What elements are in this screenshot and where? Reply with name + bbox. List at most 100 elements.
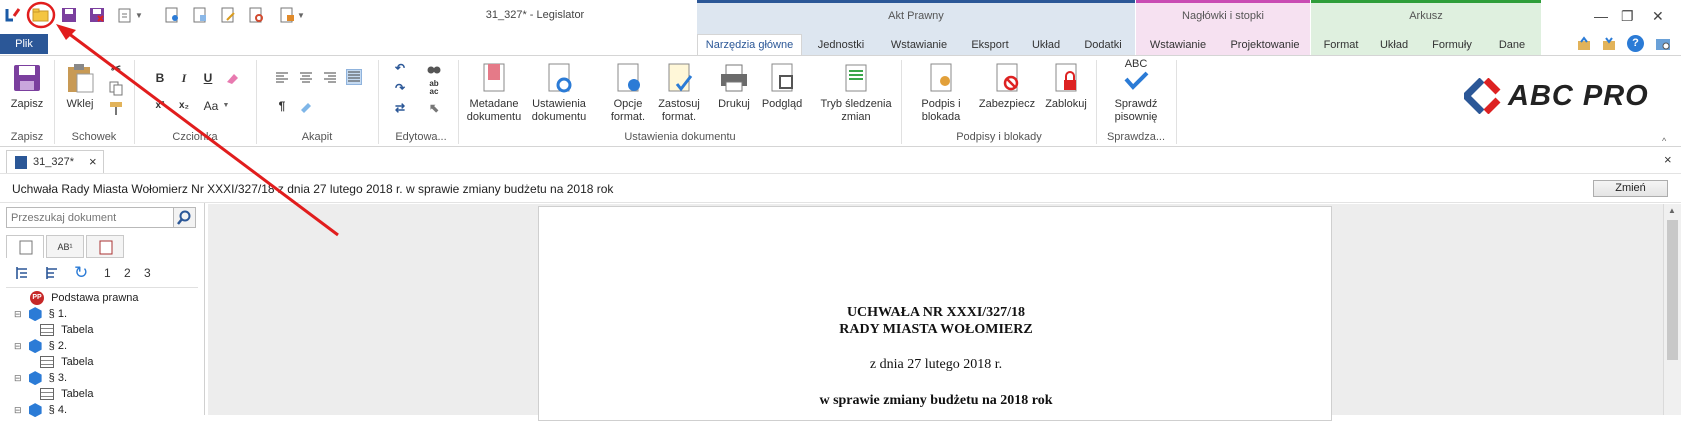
subscript-icon[interactable]: x₂ [176, 98, 192, 114]
scroll-thumb[interactable] [1667, 220, 1678, 360]
protect-button[interactable]: Zabezpiecz [978, 62, 1036, 111]
copy-icon[interactable] [108, 80, 124, 96]
pilcrow-button[interactable]: ¶ [274, 98, 290, 114]
tab-sheet-layout[interactable]: Układ [1372, 36, 1416, 55]
collapse-ribbon-icon[interactable]: ^ [1662, 136, 1666, 146]
tab-layout[interactable]: Układ [1022, 36, 1070, 55]
preview-button[interactable]: Podgląd [758, 62, 806, 111]
tree-node-para-4[interactable]: ⊟ § 4. [14, 402, 67, 418]
replace-icon[interactable]: ab ac [426, 80, 442, 96]
close-panel-icon[interactable]: × [1664, 152, 1672, 167]
restore-icon[interactable]: ❐ [1621, 8, 1634, 25]
tab-sheet-format[interactable]: Format [1316, 36, 1366, 55]
doc-settings-button[interactable]: Ustawienia dokumentu [528, 62, 590, 124]
close-window-icon[interactable]: ✕ [1652, 8, 1664, 25]
tab-abbreviations[interactable]: AB¹ [46, 235, 84, 258]
tree-node-table[interactable]: Tabela [40, 386, 93, 402]
tree-node-para-1[interactable]: ⊟ § 1. [14, 306, 67, 322]
doc-export-icon[interactable] [278, 6, 296, 24]
expand-all-icon[interactable] [14, 265, 30, 281]
change-case-button[interactable]: Aa [200, 98, 222, 114]
doc-search-icon[interactable] [247, 6, 265, 24]
metadata-button[interactable]: Metadane dokumentu [464, 62, 524, 124]
new-doc-icon[interactable] [163, 6, 181, 24]
collapse-all-icon[interactable] [44, 265, 60, 281]
tab-hf-insert[interactable]: Wstawianie [1140, 36, 1216, 55]
settings-icon[interactable] [1655, 36, 1671, 52]
share-icon[interactable] [1576, 36, 1592, 52]
level-1-button[interactable]: 1 [104, 266, 111, 280]
tab-hf-design[interactable]: Projektowanie [1222, 36, 1308, 55]
save-button[interactable]: Zapisz [6, 62, 48, 111]
spellcheck-button[interactable]: ABC Sprawdź pisownię [1104, 58, 1168, 124]
save-icon[interactable] [60, 6, 78, 24]
search-input[interactable] [6, 207, 174, 228]
tab-addons[interactable]: Dodatki [1074, 36, 1132, 55]
tab-structure[interactable] [6, 235, 44, 258]
clear-format-icon[interactable] [224, 70, 240, 86]
tab-home[interactable]: Narzędzia główne [697, 34, 802, 56]
collapse-toggle-icon[interactable]: ⊟ [14, 309, 22, 319]
app-logo-icon[interactable] [4, 6, 22, 24]
qat-customize-icon[interactable]: ▼ [296, 6, 306, 24]
tree-node-para-2[interactable]: ⊟ § 2. [14, 338, 67, 354]
tab-attachments[interactable] [86, 235, 124, 258]
vertical-scrollbar[interactable]: ▲ [1663, 204, 1681, 415]
justify-icon[interactable] [346, 69, 362, 85]
align-right-icon[interactable] [322, 70, 338, 86]
tree-node-table[interactable]: Tabela [40, 322, 93, 338]
document-page[interactable]: UCHWAŁA NR XXXI/327/18 RADY MIASTA WOŁOM… [538, 206, 1332, 421]
tree-node-table[interactable]: Tabela [40, 354, 93, 370]
doc-edit-icon[interactable] [219, 6, 237, 24]
replace-arrows-icon[interactable]: ⇄ [392, 100, 408, 116]
redo-icon[interactable]: ↷ [392, 80, 408, 96]
bold-button[interactable]: B [152, 70, 168, 86]
document-tab[interactable]: 31_327* × [6, 150, 104, 173]
level-2-button[interactable]: 2 [124, 266, 131, 280]
scroll-up-icon[interactable]: ▲ [1668, 206, 1676, 215]
change-button[interactable]: Zmień [1593, 180, 1668, 197]
collapse-toggle-icon[interactable]: ⊟ [14, 405, 22, 415]
format-options-button[interactable]: Opcje format. [602, 62, 654, 124]
tab-insert[interactable]: Wstawianie [880, 36, 958, 55]
tab-sheet-formulas[interactable]: Formuły [1422, 36, 1482, 55]
help-icon[interactable]: ? [1627, 35, 1644, 52]
apply-format-button[interactable]: Zastosuj format. [654, 62, 704, 124]
tree-node-para-3[interactable]: ⊟ § 3. [14, 370, 67, 386]
align-center-icon[interactable] [298, 70, 314, 86]
find-binoculars-icon[interactable] [426, 60, 442, 76]
italic-button[interactable]: I [176, 70, 192, 86]
tab-export[interactable]: Eksport [962, 36, 1018, 55]
tab-units[interactable]: Jednostki [806, 36, 876, 55]
level-3-button[interactable]: 3 [144, 266, 151, 280]
paste-button[interactable]: Wklej [60, 62, 100, 111]
open-folder-icon[interactable] [32, 6, 50, 24]
tab-sheet-data[interactable]: Dane [1488, 36, 1536, 55]
underline-button[interactable]: U [200, 70, 216, 86]
sign-block-button[interactable]: Podpis i blokada [908, 62, 974, 124]
close-tab-icon[interactable]: × [89, 154, 97, 169]
doc-copy-icon[interactable] [191, 6, 209, 24]
chevron-down-icon[interactable]: ▼ [222, 98, 230, 114]
highlight-icon[interactable] [298, 98, 314, 114]
align-left-icon[interactable] [274, 70, 290, 86]
undo-icon[interactable]: ↶ [392, 60, 408, 76]
superscript-icon[interactable]: x² [152, 98, 168, 114]
refresh-icon[interactable]: ↻ [74, 263, 88, 283]
tree-node-legal-basis[interactable]: PP Podstawa prawna [30, 290, 139, 306]
lock-button[interactable]: Zablokuj [1040, 62, 1092, 111]
select-cursor-icon[interactable]: ⬉ [426, 100, 442, 116]
export-icon[interactable] [116, 6, 134, 24]
collapse-toggle-icon[interactable]: ⊟ [14, 341, 22, 351]
tab-file[interactable]: Plik [0, 34, 48, 54]
chevron-down-icon[interactable]: ▼ [134, 6, 144, 24]
minimize-icon[interactable]: — [1594, 8, 1608, 24]
track-changes-button[interactable]: Tryb śledzenia zmian [816, 62, 896, 124]
save-as-icon[interactable] [88, 6, 106, 24]
collapse-toggle-icon[interactable]: ⊟ [14, 373, 22, 383]
search-button[interactable] [174, 207, 196, 228]
import-icon[interactable] [1601, 36, 1617, 52]
cut-icon[interactable]: ✂ [108, 60, 124, 76]
print-button[interactable]: Drukuj [712, 62, 756, 111]
format-painter-icon[interactable] [108, 100, 124, 116]
